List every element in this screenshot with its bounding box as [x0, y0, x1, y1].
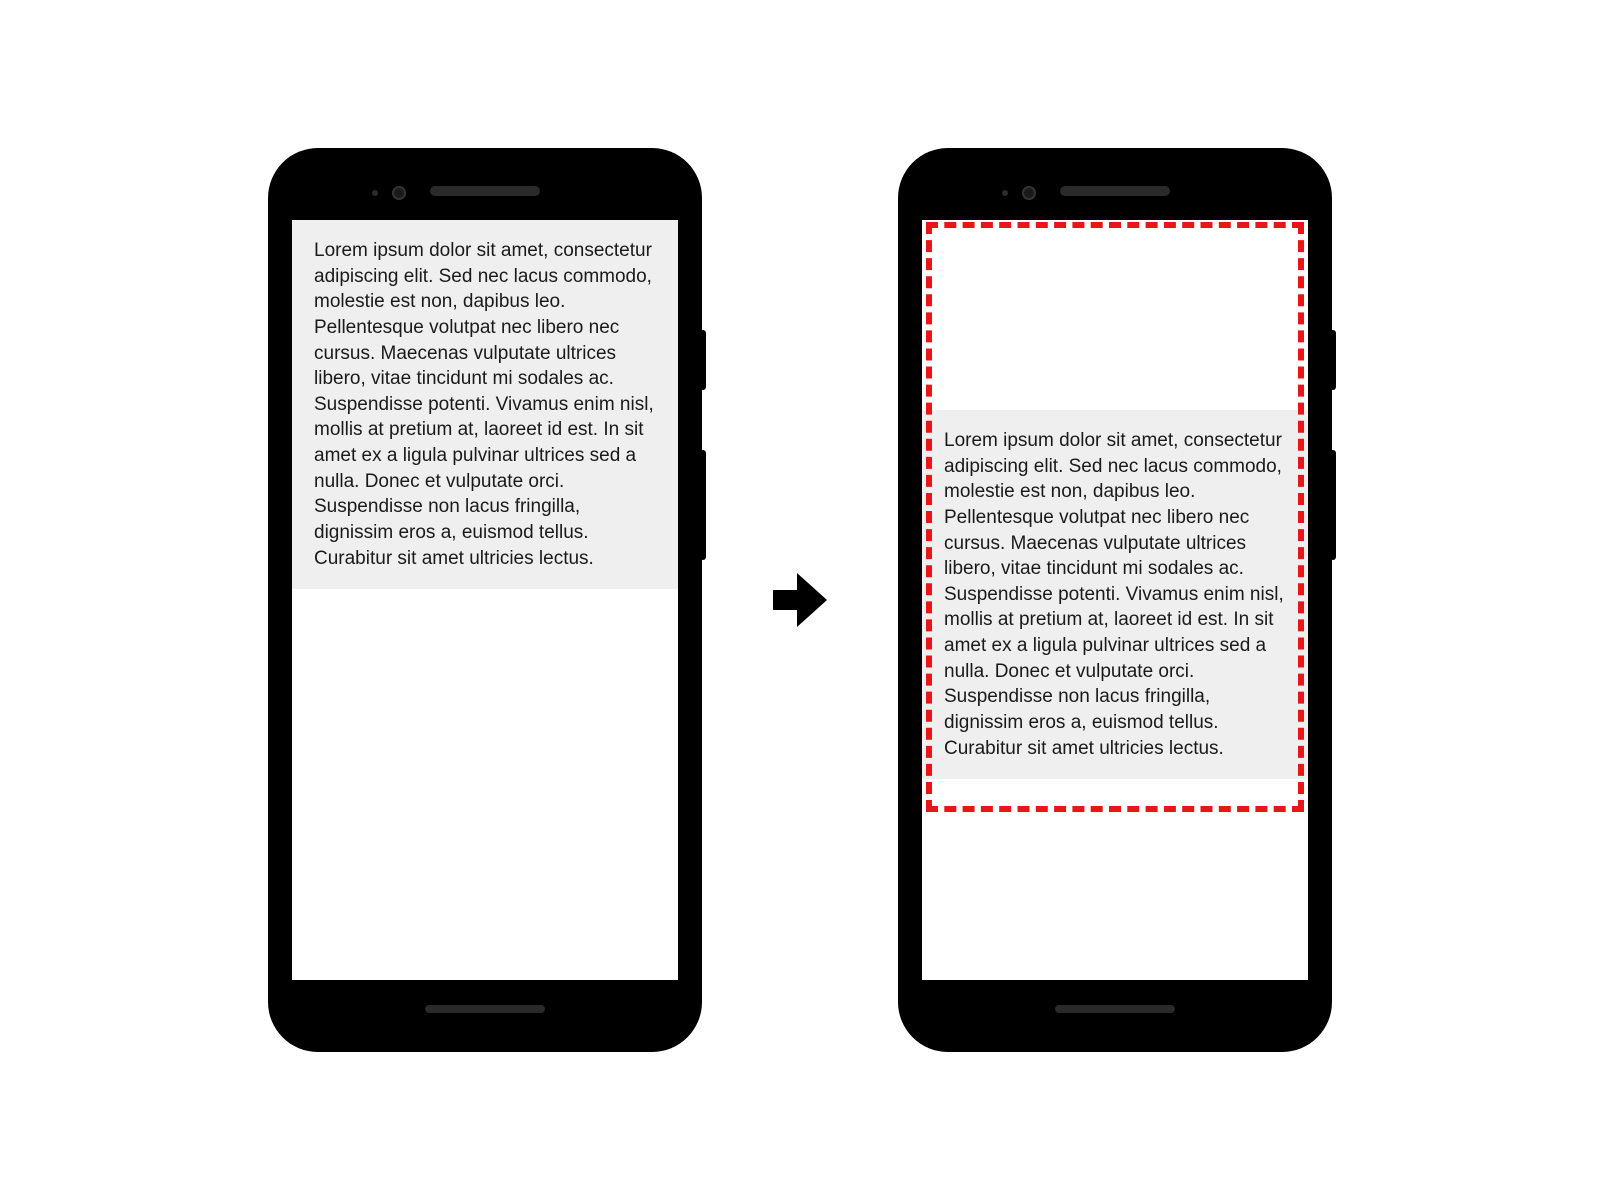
- phone-side-button: [1330, 450, 1336, 560]
- bottom-speaker-icon: [425, 1005, 545, 1013]
- bottom-speaker-icon: [1055, 1005, 1175, 1013]
- transition-arrow: [760, 573, 840, 627]
- phone-screen-before: Lorem ipsum dolor sit amet, consectetur …: [292, 220, 678, 980]
- phone-side-button: [700, 450, 706, 560]
- front-camera-icon: [1022, 186, 1036, 200]
- earpiece-speaker-icon: [430, 186, 540, 196]
- earpiece-speaker-icon: [1060, 186, 1170, 196]
- phone-top-bezel: [282, 162, 688, 220]
- content-text-block: Lorem ipsum dolor sit amet, consectetur …: [922, 410, 1308, 779]
- phone-body: Lorem ipsum dolor sit amet, consectetur …: [912, 162, 1318, 1038]
- proximity-sensor-icon: [1002, 190, 1008, 196]
- phone-side-button: [1330, 330, 1336, 390]
- proximity-sensor-icon: [372, 190, 378, 196]
- phone-top-bezel: [912, 162, 1318, 220]
- content-text-block: Lorem ipsum dolor sit amet, consectetur …: [292, 220, 678, 589]
- phone-side-button: [700, 330, 706, 390]
- phone-screen-after: Lorem ipsum dolor sit amet, consectetur …: [922, 220, 1308, 980]
- diagram-stage: Lorem ipsum dolor sit amet, consectetur …: [0, 40, 1600, 1160]
- phone-bottom-bezel: [912, 980, 1318, 1038]
- phone-mockup-after: Lorem ipsum dolor sit amet, consectetur …: [900, 150, 1330, 1050]
- front-camera-icon: [392, 186, 406, 200]
- phone-bottom-bezel: [282, 980, 688, 1038]
- phone-mockup-before: Lorem ipsum dolor sit amet, consectetur …: [270, 150, 700, 1050]
- phone-body: Lorem ipsum dolor sit amet, consectetur …: [282, 162, 688, 1038]
- inset-offset-region: [922, 220, 1308, 410]
- arrow-right-icon: [773, 573, 827, 627]
